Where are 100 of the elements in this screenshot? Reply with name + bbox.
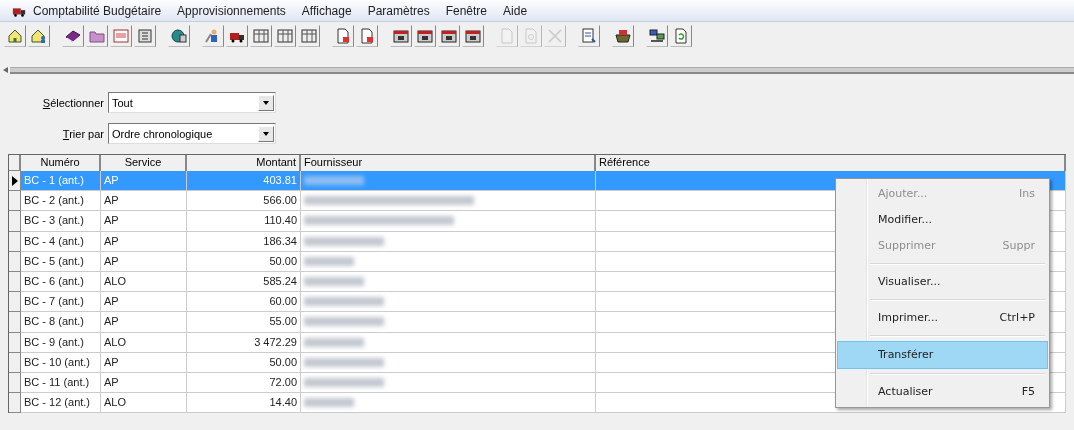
globe-icon (171, 28, 187, 44)
page-icon (499, 28, 515, 44)
refresh-icon (673, 28, 689, 44)
table-cell: ALO (101, 393, 187, 414)
menu-item-label: Visualiser... (878, 275, 941, 289)
blurred-text (304, 256, 354, 266)
table-cell: 3 472.29 (187, 332, 301, 353)
house-icon (7, 28, 23, 44)
table-cell: BC - 9 (ant.) (21, 332, 101, 353)
toolbar-button[interactable] (578, 25, 600, 47)
menu-item-label: Imprimer... (878, 311, 938, 325)
menu-item-label: Transférer (878, 348, 934, 362)
toolbar-button[interactable] (168, 25, 190, 47)
table-cell: BC - 4 (ant.) (21, 231, 101, 252)
table-cell: 55.00 (187, 312, 301, 333)
table-cell: 403.81 (187, 171, 301, 192)
table-cell: BC - 1 (ant.) (21, 171, 101, 192)
blurred-text (304, 276, 364, 286)
menu-item[interactable]: Aide (498, 1, 533, 20)
table-cell: BC - 2 (ant.) (21, 191, 101, 212)
document-icon (359, 28, 375, 44)
table-cell: BC - 3 (ant.) (21, 211, 101, 232)
table-cell: AP (101, 352, 187, 373)
toolbar-button[interactable] (438, 25, 460, 47)
table-cell: BC - 6 (ant.) (21, 271, 101, 293)
basket-icon (615, 28, 631, 44)
calendar-icon (393, 28, 409, 44)
table-cell: BC - 12 (ant.) (21, 393, 101, 414)
grid-icon (301, 28, 317, 44)
shortcut-label: Ctrl+P (999, 311, 1035, 325)
shortcut-label: F5 (1021, 385, 1035, 399)
field-label: Trier par (61, 127, 104, 140)
grid-icon (277, 28, 293, 44)
collapse-arrow-icon[interactable] (3, 67, 8, 73)
document-icon (335, 28, 351, 44)
blurred-text (304, 176, 364, 185)
table-cell: BC - 11 (ant.) (21, 372, 101, 394)
toolbar-button[interactable] (646, 25, 668, 47)
toolbar-button[interactable] (28, 25, 50, 47)
menu-item[interactable]: Approvisionnements (172, 1, 291, 20)
menu-item-label: Actualiser (878, 385, 933, 399)
menu-item-label: Supprimer (878, 239, 936, 253)
menu-item[interactable]: Actualiser F5 (838, 379, 1047, 405)
menu-item[interactable]: Comptabilité Budgétaire (28, 1, 167, 20)
table-cell: ALO (101, 271, 187, 293)
house-person-icon (31, 28, 47, 44)
menu-item-label: Modifier... (878, 213, 932, 227)
table-cell: BC - 10 (ant.) (21, 352, 101, 373)
calendar-icon (417, 28, 433, 44)
toolbar-button[interactable] (612, 25, 634, 47)
table-cell: 186.34 (187, 231, 301, 252)
table-cell: ALO (101, 332, 187, 353)
toolbar-button[interactable] (226, 25, 248, 47)
menu-item[interactable]: Fenêtre (440, 1, 493, 20)
field-label: Sélectionner (41, 96, 104, 109)
grid-icon (253, 28, 269, 44)
toolbar-button[interactable] (390, 25, 412, 47)
table-cell: BC - 7 (ant.) (21, 292, 101, 313)
cross-icon (547, 28, 563, 44)
toolbar-button[interactable] (62, 25, 84, 47)
toolbar-button[interactable] (462, 25, 484, 47)
table-cell: AP (101, 292, 187, 313)
dropdown-field[interactable]: Tout (108, 92, 276, 113)
table-cell: 566.00 (187, 191, 301, 212)
dropdown-field[interactable]: Ordre chronologique (108, 123, 276, 144)
table-cell: AP (101, 372, 187, 394)
table-cell: BC - 5 (ant.) (21, 251, 101, 272)
blurred-text (304, 337, 364, 347)
table-cell: AP (101, 312, 187, 333)
row-selector[interactable] (9, 171, 21, 192)
menu-item[interactable]: Visualiser... (838, 269, 1047, 295)
menu-item-label: Ajouter... (878, 187, 928, 201)
table-cell: 60.00 (187, 292, 301, 313)
menu-item[interactable]: Affichage (296, 1, 357, 20)
shortcut-label: Suppr (1002, 239, 1035, 253)
menu-item[interactable]: Transférer (837, 341, 1048, 369)
toolbar-button[interactable] (4, 25, 26, 47)
toolbar-button[interactable] (414, 25, 436, 47)
book-icon (65, 28, 81, 44)
table-cell: AP (101, 251, 187, 272)
calendar-icon (465, 28, 481, 44)
table-cell: AP (101, 211, 187, 232)
table-cell: 14.40 (187, 393, 301, 414)
menu-item[interactable]: Modifier... (838, 207, 1047, 233)
blurred-text (304, 398, 354, 408)
table-cell: 72.00 (187, 372, 301, 394)
table-cell: BC - 8 (ant.) (21, 312, 101, 333)
menu-item[interactable]: Paramètres (362, 1, 435, 20)
table-cell: 110.40 (187, 211, 301, 232)
table-cell: AP (101, 231, 187, 252)
text-box-icon (113, 28, 129, 44)
menu-item[interactable]: Imprimer... Ctrl+P (838, 305, 1047, 331)
table-cell: AP (101, 171, 187, 192)
table-cell: 585.24 (187, 271, 301, 293)
table-cell: 50.00 (187, 352, 301, 373)
page-search-icon (523, 28, 539, 44)
splitter-bar[interactable] (10, 67, 1074, 74)
table-cell: AP (101, 191, 187, 212)
calendar-icon (441, 28, 457, 44)
folder-icon (89, 28, 105, 44)
